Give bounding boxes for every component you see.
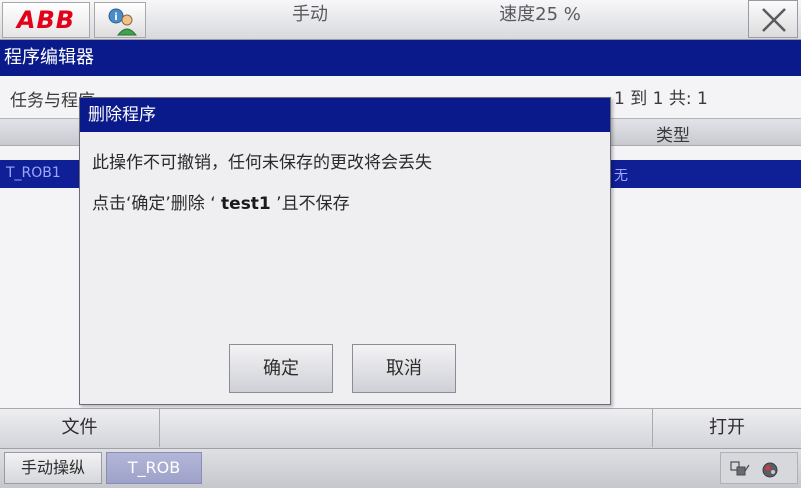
close-button[interactable] [748, 0, 798, 38]
dialog-confirm-suffix: ’且不保存 [270, 194, 350, 214]
dialog-title-bar: 删除程序 [80, 98, 610, 132]
run-mode-icon [762, 462, 778, 478]
cancel-button[interactable]: 取消 [352, 344, 456, 393]
column-header-type[interactable]: 类型 [656, 121, 690, 146]
robot-task-icon [730, 461, 750, 476]
file-menu-button[interactable]: 文件 [0, 409, 160, 447]
taskbar-item-t-rob[interactable]: T_ROB [106, 452, 202, 484]
operating-mode: 手动 [292, 4, 328, 25]
quickset-tray[interactable] [720, 452, 798, 484]
open-button[interactable]: 打开 [653, 409, 801, 447]
confirm-button[interactable]: 确定 [229, 344, 333, 393]
user-info-button[interactable]: i [94, 2, 146, 38]
dialog-title: 删除程序 [88, 105, 156, 125]
dialog-program-name: test1 [221, 194, 271, 214]
abb-logo[interactable]: ABB [2, 2, 90, 38]
dialog-warning-text: 此操作不可撤销，任何未保存的更改将会丢失 [92, 153, 432, 173]
table-row-task-cell: T_ROB1 [6, 165, 61, 181]
item-count-label: 1 到 1 共: 1 [614, 89, 708, 109]
close-icon [762, 8, 786, 32]
table-row-type-cell: 无 [614, 168, 628, 184]
dialog-confirm-text: 点击‘确定’删除 ‘ test1 ’且不保存 [92, 189, 350, 214]
dialog-confirm-prefix: 点击‘确定’删除 ‘ [92, 194, 222, 214]
speed-indicator: 速度25 % [499, 4, 581, 25]
window-title: 程序编辑器 [4, 47, 94, 68]
delete-program-dialog [79, 97, 611, 405]
svg-text:i: i [114, 12, 117, 23]
taskbar-item-jogging[interactable]: 手动操纵 [4, 452, 102, 484]
user-info-icon: i [108, 8, 138, 36]
window-title-bar: 程序编辑器 [0, 40, 801, 76]
